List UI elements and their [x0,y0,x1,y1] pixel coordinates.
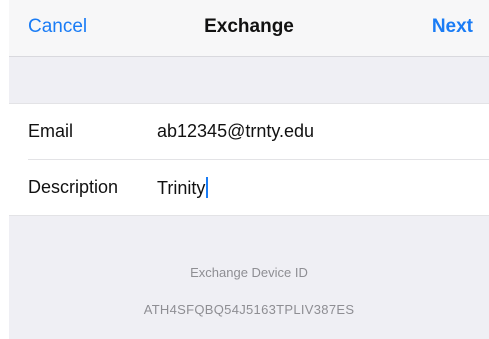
exchange-account-screen: Cancel Exchange Next Email ab12345@trnty… [9,0,489,339]
next-button[interactable]: Next [432,16,473,38]
cancel-button[interactable]: Cancel [28,16,87,38]
description-value: Trinity [157,178,206,198]
device-id-title: Exchange Device ID [190,265,308,280]
text-cursor [206,177,209,198]
email-row[interactable]: Email ab12345@trnty.edu [9,104,489,160]
device-id-value: ATH4SFQBQ54J5163TPLIV387ES [143,302,355,317]
navigation-bar: Cancel Exchange Next [9,0,489,57]
email-field[interactable]: ab12345@trnty.edu [157,121,457,142]
description-row[interactable]: Description Trinity [9,160,489,215]
email-label: Email [28,121,74,141]
account-form: Email ab12345@trnty.edu Description Trin… [9,103,489,216]
description-label: Description [28,177,119,197]
description-field[interactable]: Trinity [157,177,457,199]
